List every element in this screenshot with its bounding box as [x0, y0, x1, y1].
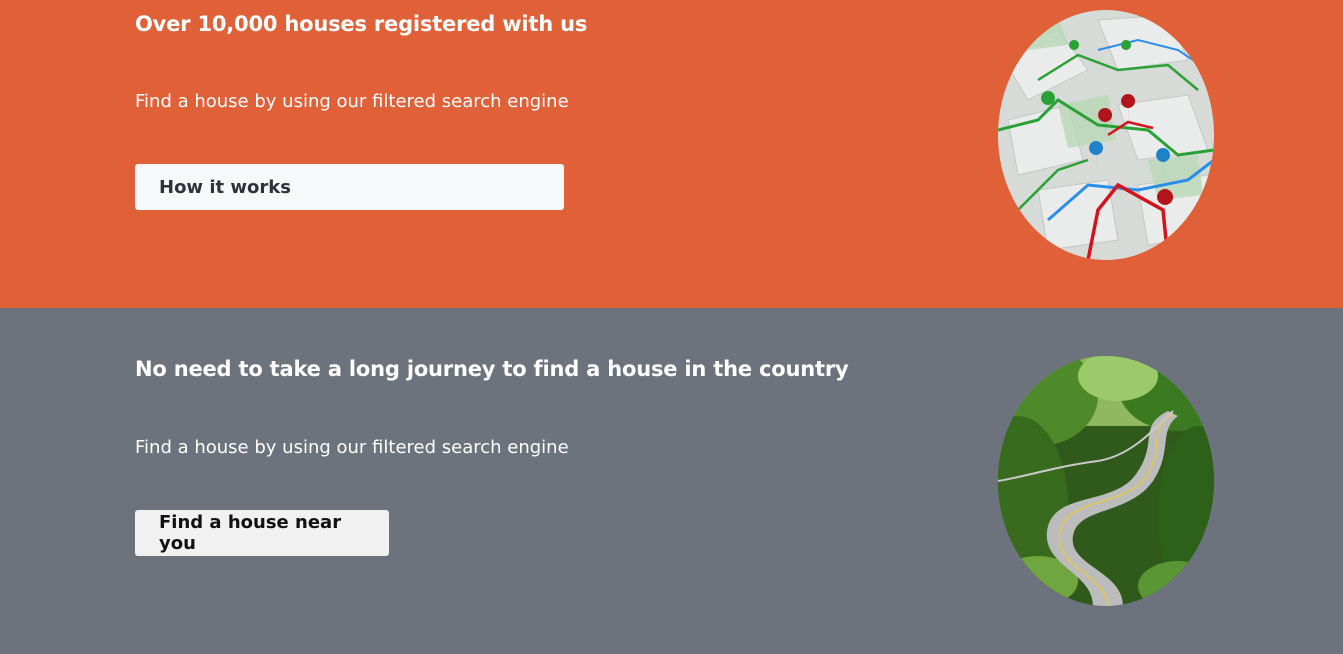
winding-road-image: [998, 356, 1214, 606]
how-it-works-button[interactable]: How it works: [135, 164, 564, 210]
section-heading: No need to take a long journey to find a…: [135, 357, 849, 381]
hero-section-houses: Over 10,000 houses registered with us Fi…: [0, 0, 1343, 308]
section-subtext: Find a house by using our filtered searc…: [135, 437, 569, 458]
find-house-near-you-button[interactable]: Find a house near you: [135, 510, 389, 556]
section-subtext: Find a house by using our filtered searc…: [135, 91, 569, 112]
section-heading: Over 10,000 houses registered with us: [135, 12, 588, 36]
hero-section-journey: No need to take a long journey to find a…: [0, 308, 1343, 654]
map-navigation-image: [998, 10, 1214, 260]
